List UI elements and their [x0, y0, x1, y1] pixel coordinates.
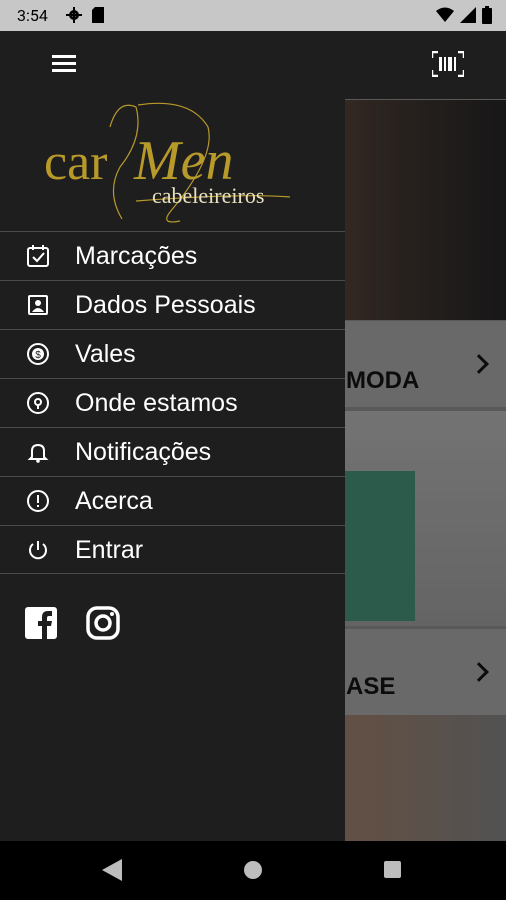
- menu-item-label: Acerca: [75, 487, 153, 515]
- recent-apps-icon[interactable]: [384, 861, 401, 878]
- facebook-icon[interactable]: [24, 606, 58, 640]
- social-links: [24, 606, 120, 640]
- signal-icon: [460, 7, 476, 23]
- menu-item-dados-pessoais[interactable]: Dados Pessoais: [0, 280, 345, 329]
- coin-icon: $: [27, 343, 49, 365]
- settings-icon: [66, 7, 82, 23]
- menu-item-label: Vales: [75, 340, 136, 368]
- top-app-bar: [0, 31, 506, 99]
- brand-logo: car Men cabeleireiros: [40, 97, 310, 227]
- power-icon: [29, 541, 47, 560]
- bell-icon: [27, 443, 49, 463]
- menu-item-notificacoes[interactable]: Notificações: [0, 427, 345, 476]
- hamburger-menu-icon[interactable]: [52, 55, 76, 73]
- wifi-icon: [436, 7, 454, 22]
- logo-text: car: [44, 134, 107, 191]
- menu-item-entrar[interactable]: Entrar: [0, 525, 345, 574]
- battery-icon: [482, 6, 492, 24]
- home-icon[interactable]: [244, 861, 262, 879]
- back-icon[interactable]: [102, 859, 122, 881]
- menu-item-onde-estamos[interactable]: Onde estamos: [0, 378, 345, 427]
- menu-item-acerca[interactable]: Acerca: [0, 476, 345, 525]
- calendar-check-icon: [27, 245, 49, 267]
- svg-text:$: $: [35, 350, 41, 361]
- menu-item-vales[interactable]: $ Vales: [0, 329, 345, 378]
- menu-item-label: Entrar: [75, 536, 144, 564]
- menu-item-label: Marcações: [75, 242, 198, 270]
- menu-item-label: Dados Pessoais: [75, 291, 256, 319]
- drawer-menu: Marcações Dados Pessoais $ Vales Onde es…: [0, 231, 345, 574]
- sd-card-icon: [92, 7, 104, 23]
- info-alert-icon: [27, 490, 49, 512]
- menu-item-label: Notificações: [75, 438, 212, 466]
- status-time: 3:54: [17, 6, 48, 25]
- instagram-icon[interactable]: [86, 606, 120, 640]
- contact-card-icon: [28, 295, 48, 315]
- logo-tagline: cabeleireiros: [152, 183, 264, 208]
- barcode-scan-icon[interactable]: [432, 51, 464, 77]
- location-pin-icon: [27, 392, 49, 414]
- status-bar: 3:54: [0, 0, 506, 31]
- menu-item-label: Onde estamos: [75, 389, 238, 417]
- menu-item-marcacoes[interactable]: Marcações: [0, 231, 345, 280]
- system-navigation-bar: [0, 841, 506, 900]
